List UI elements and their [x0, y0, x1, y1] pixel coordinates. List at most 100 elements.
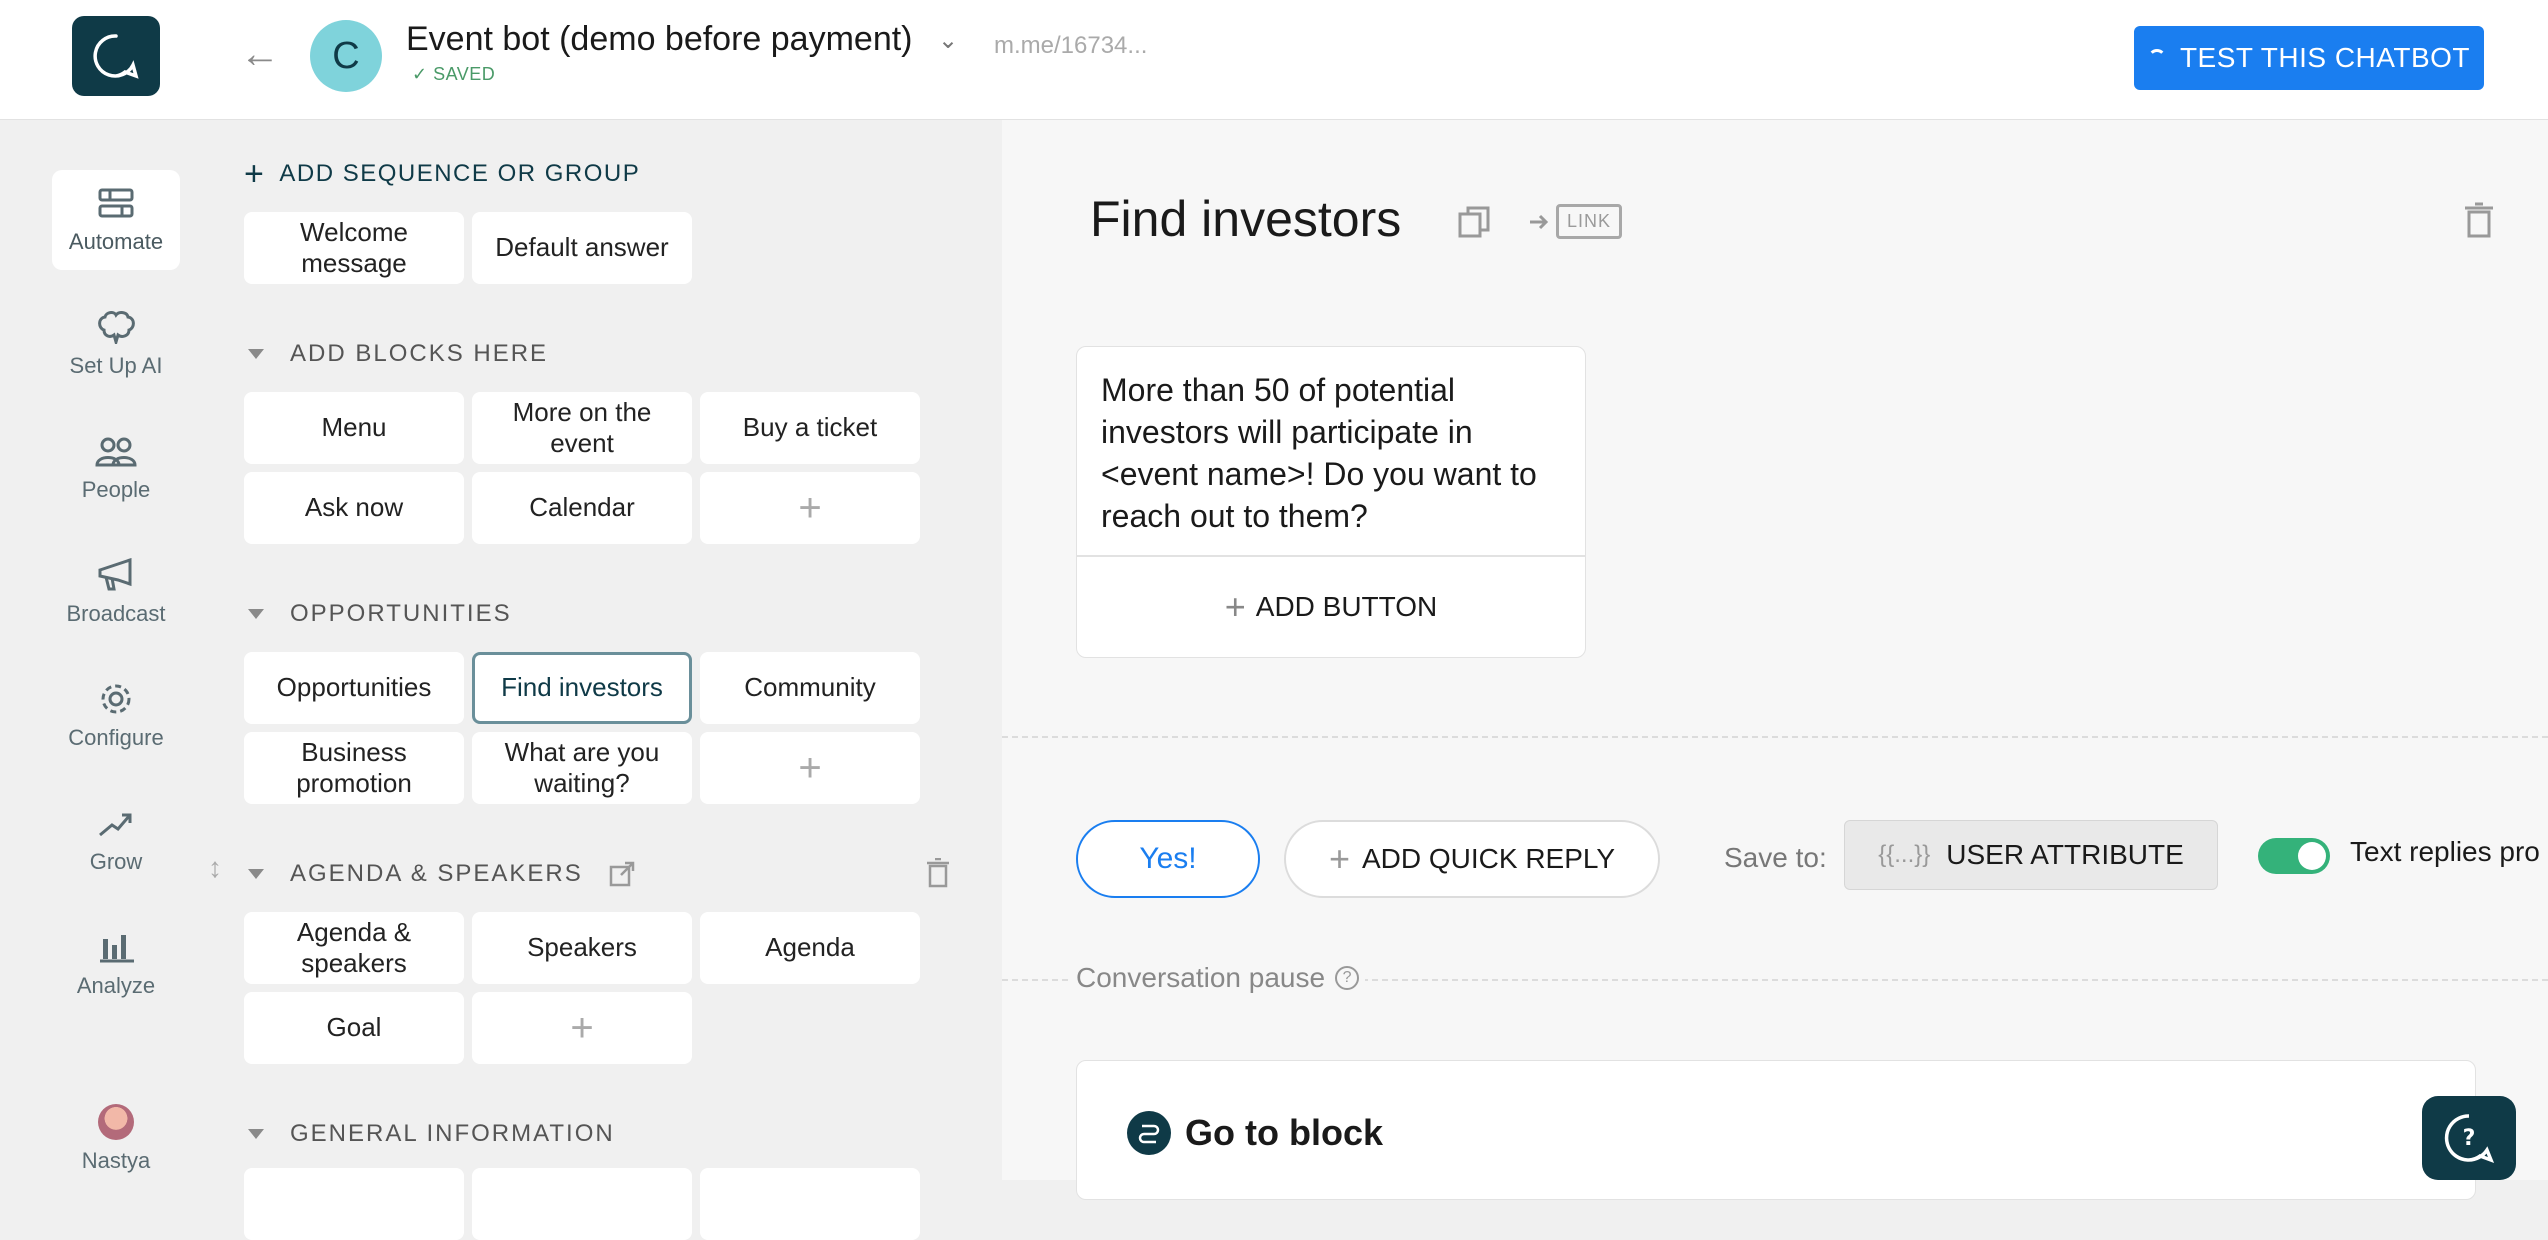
- chevron-down-icon[interactable]: ⌄: [938, 26, 958, 55]
- block-card-more-on-the-event[interactable]: More on the event: [472, 392, 692, 464]
- group-header-opportunities[interactable]: OPPORTUNITIES: [248, 600, 512, 628]
- bar-chart-icon: [94, 929, 138, 965]
- nav-item-analyze[interactable]: Analyze: [52, 914, 180, 1014]
- blocks-panel: + ADD SEQUENCE OR GROUP Welcome message D…: [190, 120, 1002, 1240]
- nav-item-configure[interactable]: Configure: [52, 666, 180, 766]
- top-bar: ← C Event bot (demo before payment) ⌄ ✓ …: [0, 0, 2548, 120]
- block-card-buy-a-ticket[interactable]: Buy a ticket: [700, 392, 920, 464]
- block-card-ask-now[interactable]: Ask now: [244, 472, 464, 544]
- block-card-opportunities[interactable]: Opportunities: [244, 652, 464, 724]
- drag-handle-icon[interactable]: ↕: [208, 852, 222, 884]
- nav-item-grow[interactable]: Grow: [52, 790, 180, 890]
- nav-label: Broadcast: [66, 601, 166, 626]
- nav-item-broadcast[interactable]: Broadcast: [52, 542, 180, 642]
- add-sequence-button[interactable]: + ADD SEQUENCE OR GROUP: [244, 157, 641, 191]
- avatar: [98, 1104, 134, 1140]
- block-title[interactable]: Find investors: [1090, 190, 1401, 248]
- group-name: AGENDA & SPEAKERS: [290, 860, 583, 887]
- collapse-triangle-icon[interactable]: [248, 609, 264, 619]
- export-icon[interactable]: [609, 861, 635, 887]
- bot-name[interactable]: Event bot (demo before payment): [406, 20, 913, 59]
- nav-item-automate[interactable]: Automate: [52, 170, 180, 270]
- collapse-triangle-icon[interactable]: [248, 349, 264, 359]
- block-card-partial[interactable]: [472, 1168, 692, 1240]
- conversation-pause-row: Conversation pause?: [1002, 960, 2548, 1000]
- add-block-button[interactable]: +: [700, 732, 920, 804]
- block-card-community[interactable]: Community: [700, 652, 920, 724]
- nav-item-people[interactable]: People: [52, 418, 180, 518]
- block-card-calendar[interactable]: Calendar: [472, 472, 692, 544]
- people-icon: [94, 433, 138, 469]
- copy-icon[interactable]: [1456, 204, 1492, 240]
- nav-label: Grow: [89, 849, 143, 874]
- block-card-agenda[interactable]: Agenda: [700, 912, 920, 984]
- group-header-general-information[interactable]: GENERAL INFORMATION: [248, 1120, 615, 1148]
- help-chat-button[interactable]: ?: [2422, 1096, 2516, 1180]
- user-profile[interactable]: Nastya: [52, 1104, 180, 1174]
- block-card-business-promotion[interactable]: Business promotion: [244, 732, 464, 804]
- group-name: ADD BLOCKS HERE: [290, 340, 549, 367]
- add-block-button[interactable]: +: [700, 472, 920, 544]
- add-quick-reply-button[interactable]: + ADD QUICK REPLY: [1284, 820, 1660, 898]
- ai-brain-icon: [94, 309, 138, 345]
- grow-icon: [94, 805, 138, 841]
- group-name: GENERAL INFORMATION: [290, 1120, 615, 1147]
- trash-icon[interactable]: [2464, 202, 2494, 238]
- add-quick-reply-label: ADD QUICK REPLY: [1361, 843, 1616, 874]
- loading-spinner-icon: [2147, 49, 2166, 67]
- plus-icon: +: [1328, 838, 1350, 879]
- quick-reply-yes[interactable]: Yes!: [1076, 820, 1260, 898]
- chatfuel-logo-icon[interactable]: [72, 16, 160, 96]
- go-to-block-card: Go to block: [1076, 1060, 2476, 1200]
- gear-icon: [94, 681, 138, 717]
- nav-label: People: [81, 477, 151, 502]
- automate-icon: [94, 185, 138, 221]
- nav-label: Set Up AI: [69, 353, 163, 378]
- help-bubble-icon: ?: [2444, 1114, 2495, 1163]
- add-button-label: ADD BUTTON: [1255, 591, 1438, 622]
- add-block-button[interactable]: +: [472, 992, 692, 1064]
- add-sequence-label: ADD SEQUENCE OR GROUP: [279, 160, 641, 187]
- block-card-speakers[interactable]: Speakers: [472, 912, 692, 984]
- collapse-triangle-icon[interactable]: [248, 869, 264, 879]
- block-card-what-are-you-waiting[interactable]: What are you waiting?: [472, 732, 692, 804]
- text-replies-label: Text replies pro: [2350, 836, 2540, 867]
- save-status: ✓ SAVED: [412, 64, 495, 85]
- text-message-card: More than 50 of potential investors will…: [1076, 346, 1586, 658]
- help-circle-icon[interactable]: ?: [1335, 966, 1360, 990]
- group-header-agenda-speakers[interactable]: AGENDA & SPEAKERS: [248, 860, 635, 888]
- test-chatbot-button[interactable]: TEST THIS CHATBOT: [2134, 26, 2484, 90]
- bot-avatar[interactable]: C: [310, 20, 382, 92]
- user-attribute-button[interactable]: {{...}} USER ATTRIBUTE: [1844, 820, 2218, 890]
- group-name: OPPORTUNITIES: [290, 600, 512, 627]
- left-nav: Automate Set Up AI People Broadcast Conf…: [0, 120, 190, 1180]
- test-chatbot-label: TEST THIS CHATBOT: [2179, 42, 2471, 73]
- text-replies-toggle[interactable]: [2258, 838, 2330, 874]
- messenger-link[interactable]: m.me/16734...: [994, 32, 1147, 60]
- message-text[interactable]: More than 50 of potential investors will…: [1077, 347, 1585, 557]
- collapse-triangle-icon[interactable]: [248, 1129, 264, 1139]
- link-button[interactable]: LINK: [1528, 204, 1623, 239]
- nav-item-set-up-ai[interactable]: Set Up AI: [52, 294, 180, 394]
- block-card-menu[interactable]: Menu: [244, 392, 464, 464]
- nav-label: Analyze: [76, 973, 156, 998]
- block-card-partial[interactable]: [244, 1168, 464, 1240]
- go-to-block-label: Go to block: [1185, 1112, 1383, 1153]
- attribute-braces-icon: {{...}}: [1878, 841, 1931, 868]
- user-name: Nastya: [81, 1148, 151, 1173]
- block-card-welcome-message[interactable]: Welcome message: [244, 212, 464, 284]
- nav-label: Automate: [68, 229, 164, 254]
- add-button-button[interactable]: + ADD BUTTON: [1077, 557, 1585, 657]
- block-card-find-investors[interactable]: Find investors: [472, 652, 692, 724]
- block-card-goal[interactable]: Goal: [244, 992, 464, 1064]
- svg-text:?: ?: [2463, 1126, 2476, 1151]
- trash-icon[interactable]: [926, 858, 950, 888]
- back-arrow-icon[interactable]: ←: [240, 34, 280, 74]
- plus-icon: +: [1224, 586, 1246, 627]
- block-card-partial[interactable]: [700, 1168, 920, 1240]
- block-card-default-answer[interactable]: Default answer: [472, 212, 692, 284]
- block-card-agenda-speakers[interactable]: Agenda & speakers: [244, 912, 464, 984]
- check-icon: ✓: [412, 64, 428, 84]
- group-header-add-blocks[interactable]: ADD BLOCKS HERE: [248, 340, 548, 368]
- conversation-pause[interactable]: Conversation pause?: [1070, 962, 1366, 994]
